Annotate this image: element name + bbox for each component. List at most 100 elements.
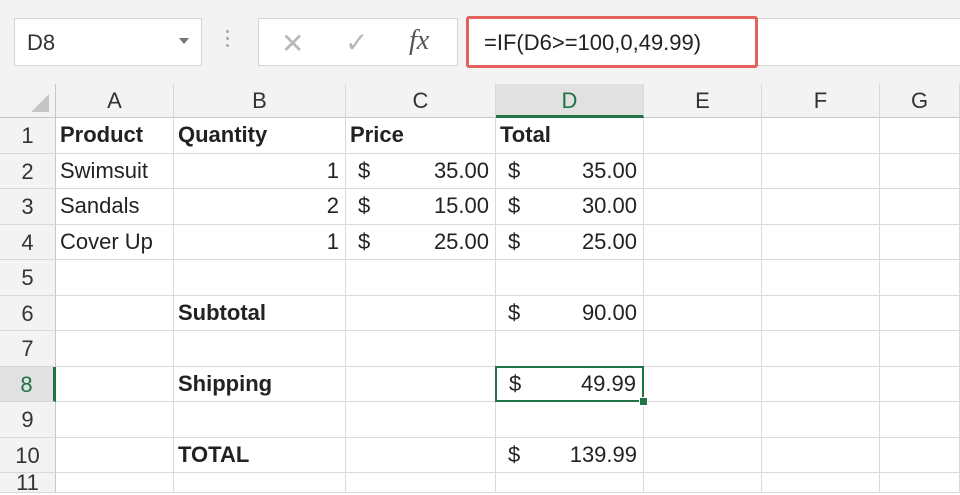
cell-b9[interactable] bbox=[174, 402, 346, 438]
fill-handle[interactable] bbox=[639, 397, 648, 406]
cancel-icon[interactable]: ✕ bbox=[281, 27, 304, 60]
cell-d4[interactable]: $25.00 bbox=[496, 224, 644, 260]
cell-b8[interactable]: Shipping bbox=[174, 366, 346, 402]
column-header-b[interactable]: B bbox=[174, 84, 346, 118]
cell-a5[interactable] bbox=[56, 260, 174, 296]
cell-d5[interactable] bbox=[496, 260, 644, 296]
cell-e2[interactable] bbox=[644, 153, 762, 189]
column-header-e[interactable]: E bbox=[644, 84, 762, 118]
cell-c1[interactable]: Price bbox=[346, 118, 496, 154]
column-header-c[interactable]: C bbox=[346, 84, 496, 118]
cell-f2[interactable] bbox=[762, 153, 880, 189]
cell-g3[interactable] bbox=[880, 189, 960, 225]
cell-g4[interactable] bbox=[880, 224, 960, 260]
cell-e8[interactable] bbox=[644, 366, 762, 402]
cell-d6[interactable]: $90.00 bbox=[496, 295, 644, 331]
cell-a2[interactable]: Swimsuit bbox=[56, 153, 174, 189]
cell-c9[interactable] bbox=[346, 402, 496, 438]
chevron-down-icon[interactable] bbox=[179, 38, 189, 44]
cell-g10[interactable] bbox=[880, 437, 960, 473]
cell-f8[interactable] bbox=[762, 366, 880, 402]
cell-f9[interactable] bbox=[762, 402, 880, 438]
cell-d9[interactable] bbox=[496, 402, 644, 438]
cell-b2[interactable]: 1 bbox=[174, 153, 346, 189]
select-all-corner[interactable] bbox=[0, 84, 56, 118]
cell-f3[interactable] bbox=[762, 189, 880, 225]
row-header-9[interactable]: 9 bbox=[0, 402, 56, 438]
column-header-g[interactable]: G bbox=[880, 84, 960, 118]
cell-b10[interactable]: TOTAL bbox=[174, 437, 346, 473]
enter-icon[interactable]: ✓ bbox=[345, 26, 368, 59]
cell-f6[interactable] bbox=[762, 295, 880, 331]
cell-g8[interactable] bbox=[880, 366, 960, 402]
cell-g5[interactable] bbox=[880, 260, 960, 296]
cell-d11[interactable] bbox=[496, 473, 644, 493]
cell-f4[interactable] bbox=[762, 224, 880, 260]
cell-c11[interactable] bbox=[346, 473, 496, 493]
drag-handle-icon[interactable] bbox=[226, 30, 230, 51]
cell-e1[interactable] bbox=[644, 118, 762, 154]
cell-e6[interactable] bbox=[644, 295, 762, 331]
cell-a9[interactable] bbox=[56, 402, 174, 438]
cell-b6[interactable]: Subtotal bbox=[174, 295, 346, 331]
cell-b11[interactable] bbox=[174, 473, 346, 493]
cell-c5[interactable] bbox=[346, 260, 496, 296]
cell-g9[interactable] bbox=[880, 402, 960, 438]
cell-c7[interactable] bbox=[346, 331, 496, 367]
cell-e11[interactable] bbox=[644, 473, 762, 493]
cell-d7[interactable] bbox=[496, 331, 644, 367]
cell-f10[interactable] bbox=[762, 437, 880, 473]
column-header-d[interactable]: D bbox=[496, 84, 644, 118]
cell-g11[interactable] bbox=[880, 473, 960, 493]
cell-g1[interactable] bbox=[880, 118, 960, 154]
row-header-10[interactable]: 10 bbox=[0, 437, 56, 473]
cell-c6[interactable] bbox=[346, 295, 496, 331]
row-header-4[interactable]: 4 bbox=[0, 224, 56, 260]
column-header-f[interactable]: F bbox=[762, 84, 880, 118]
cell-a6[interactable] bbox=[56, 295, 174, 331]
cell-e3[interactable] bbox=[644, 189, 762, 225]
cell-a1[interactable]: Product bbox=[56, 118, 174, 154]
cell-b5[interactable] bbox=[174, 260, 346, 296]
cell-f1[interactable] bbox=[762, 118, 880, 154]
cell-c8[interactable] bbox=[346, 366, 496, 402]
name-box[interactable]: D8 bbox=[14, 18, 202, 66]
row-header-2[interactable]: 2 bbox=[0, 153, 56, 189]
cell-a4[interactable]: Cover Up bbox=[56, 224, 174, 260]
cell-a11[interactable] bbox=[56, 473, 174, 493]
column-header-a[interactable]: A bbox=[56, 84, 174, 118]
row-header-7[interactable]: 7 bbox=[0, 331, 56, 367]
cell-d3[interactable]: $30.00 bbox=[496, 189, 644, 225]
cell-e7[interactable] bbox=[644, 331, 762, 367]
cell-e5[interactable] bbox=[644, 260, 762, 296]
cell-f11[interactable] bbox=[762, 473, 880, 493]
cell-g6[interactable] bbox=[880, 295, 960, 331]
cell-g7[interactable] bbox=[880, 331, 960, 367]
cell-g2[interactable] bbox=[880, 153, 960, 189]
insert-function-icon[interactable]: fx bbox=[409, 25, 429, 57]
cell-b7[interactable] bbox=[174, 331, 346, 367]
cell-a3[interactable]: Sandals bbox=[56, 189, 174, 225]
cell-c2[interactable]: $35.00 bbox=[346, 153, 496, 189]
row-header-11[interactable]: 11 bbox=[0, 472, 56, 494]
row-header-1[interactable]: 1 bbox=[0, 118, 56, 154]
row-header-6[interactable]: 6 bbox=[0, 295, 56, 331]
cell-d1[interactable]: Total bbox=[496, 118, 644, 154]
cell-d10[interactable]: $139.99 bbox=[496, 437, 644, 473]
row-header-5[interactable]: 5 bbox=[0, 260, 56, 296]
cell-f5[interactable] bbox=[762, 260, 880, 296]
row-header-3[interactable]: 3 bbox=[0, 189, 56, 225]
cell-c3[interactable]: $15.00 bbox=[346, 189, 496, 225]
cell-b3[interactable]: 2 bbox=[174, 189, 346, 225]
cell-a7[interactable] bbox=[56, 331, 174, 367]
cell-e4[interactable] bbox=[644, 224, 762, 260]
cell-d2[interactable]: $35.00 bbox=[496, 153, 644, 189]
cell-e9[interactable] bbox=[644, 402, 762, 438]
cell-b4[interactable]: 1 bbox=[174, 224, 346, 260]
cell-f7[interactable] bbox=[762, 331, 880, 367]
cell-c4[interactable]: $25.00 bbox=[346, 224, 496, 260]
cell-e10[interactable] bbox=[644, 437, 762, 473]
cell-a8[interactable] bbox=[56, 366, 174, 402]
cell-c10[interactable] bbox=[346, 437, 496, 473]
cell-b1[interactable]: Quantity bbox=[174, 118, 346, 154]
